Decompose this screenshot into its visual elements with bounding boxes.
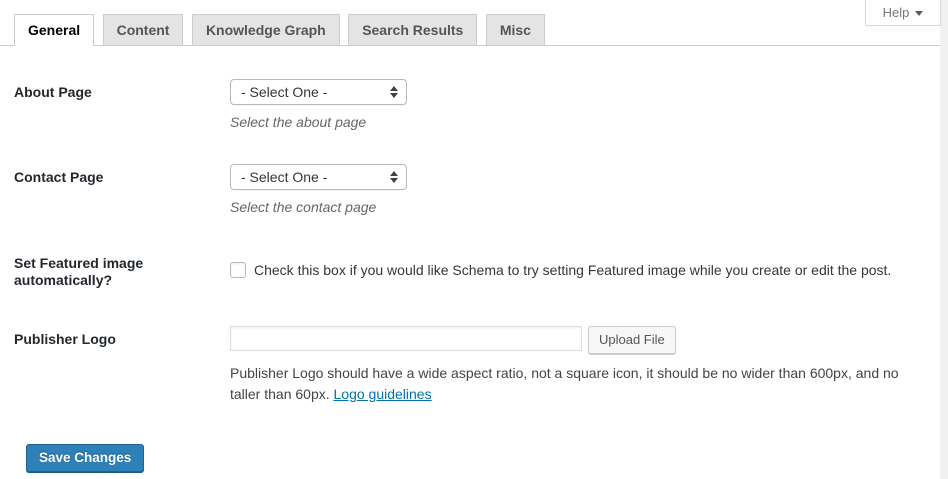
contact-page-row: Contact Page - Select One - Select the c… bbox=[14, 164, 948, 215]
help-label: Help bbox=[883, 5, 910, 20]
schema-settings-page: Help General Content Knowledge Graph Sea… bbox=[0, 0, 948, 479]
publisher-logo-input[interactable] bbox=[230, 326, 582, 351]
tab-knowledge-graph[interactable]: Knowledge Graph bbox=[192, 14, 340, 45]
contact-page-select[interactable]: - Select One - bbox=[230, 164, 407, 190]
contact-page-select-value: - Select One - bbox=[241, 169, 390, 185]
about-page-label: About Page bbox=[14, 79, 230, 130]
contact-page-label: Contact Page bbox=[14, 164, 230, 215]
featured-image-checkbox[interactable] bbox=[230, 262, 246, 278]
settings-tab-bar: General Content Knowledge Graph Search R… bbox=[0, 0, 941, 46]
help-dropdown[interactable]: Help bbox=[865, 0, 941, 26]
publisher-logo-row: Publisher Logo Upload File Publisher Log… bbox=[14, 326, 948, 405]
logo-guidelines-link[interactable]: Logo guidelines bbox=[334, 386, 432, 402]
featured-image-checkbox-label: Check this box if you would like Schema … bbox=[254, 260, 891, 280]
publisher-logo-description-text: Publisher Logo should have a wide aspect… bbox=[230, 365, 899, 402]
tab-general[interactable]: General bbox=[14, 14, 94, 46]
tab-misc[interactable]: Misc bbox=[486, 14, 545, 45]
tab-content[interactable]: Content bbox=[103, 14, 184, 45]
featured-image-row: Set Featured image automatically? Check … bbox=[14, 255, 948, 289]
upload-file-button[interactable]: Upload File bbox=[588, 326, 676, 354]
publisher-logo-label: Publisher Logo bbox=[14, 326, 230, 405]
publisher-logo-description: Publisher Logo should have a wide aspect… bbox=[230, 363, 928, 405]
select-stepper-icon bbox=[390, 171, 398, 183]
save-changes-button[interactable]: Save Changes bbox=[26, 444, 144, 472]
featured-image-label: Set Featured image automatically? bbox=[14, 255, 230, 289]
about-page-row: About Page - Select One - Select the abo… bbox=[14, 79, 948, 130]
chevron-down-icon bbox=[915, 11, 923, 16]
about-page-description: Select the about page bbox=[230, 114, 928, 130]
general-settings-form: About Page - Select One - Select the abo… bbox=[0, 79, 948, 472]
admin-background-gutter bbox=[940, 0, 948, 479]
contact-page-description: Select the contact page bbox=[230, 199, 928, 215]
select-stepper-icon bbox=[390, 86, 398, 98]
about-page-select-value: - Select One - bbox=[241, 84, 390, 100]
tab-search-results[interactable]: Search Results bbox=[348, 14, 477, 45]
about-page-select[interactable]: - Select One - bbox=[230, 79, 407, 105]
